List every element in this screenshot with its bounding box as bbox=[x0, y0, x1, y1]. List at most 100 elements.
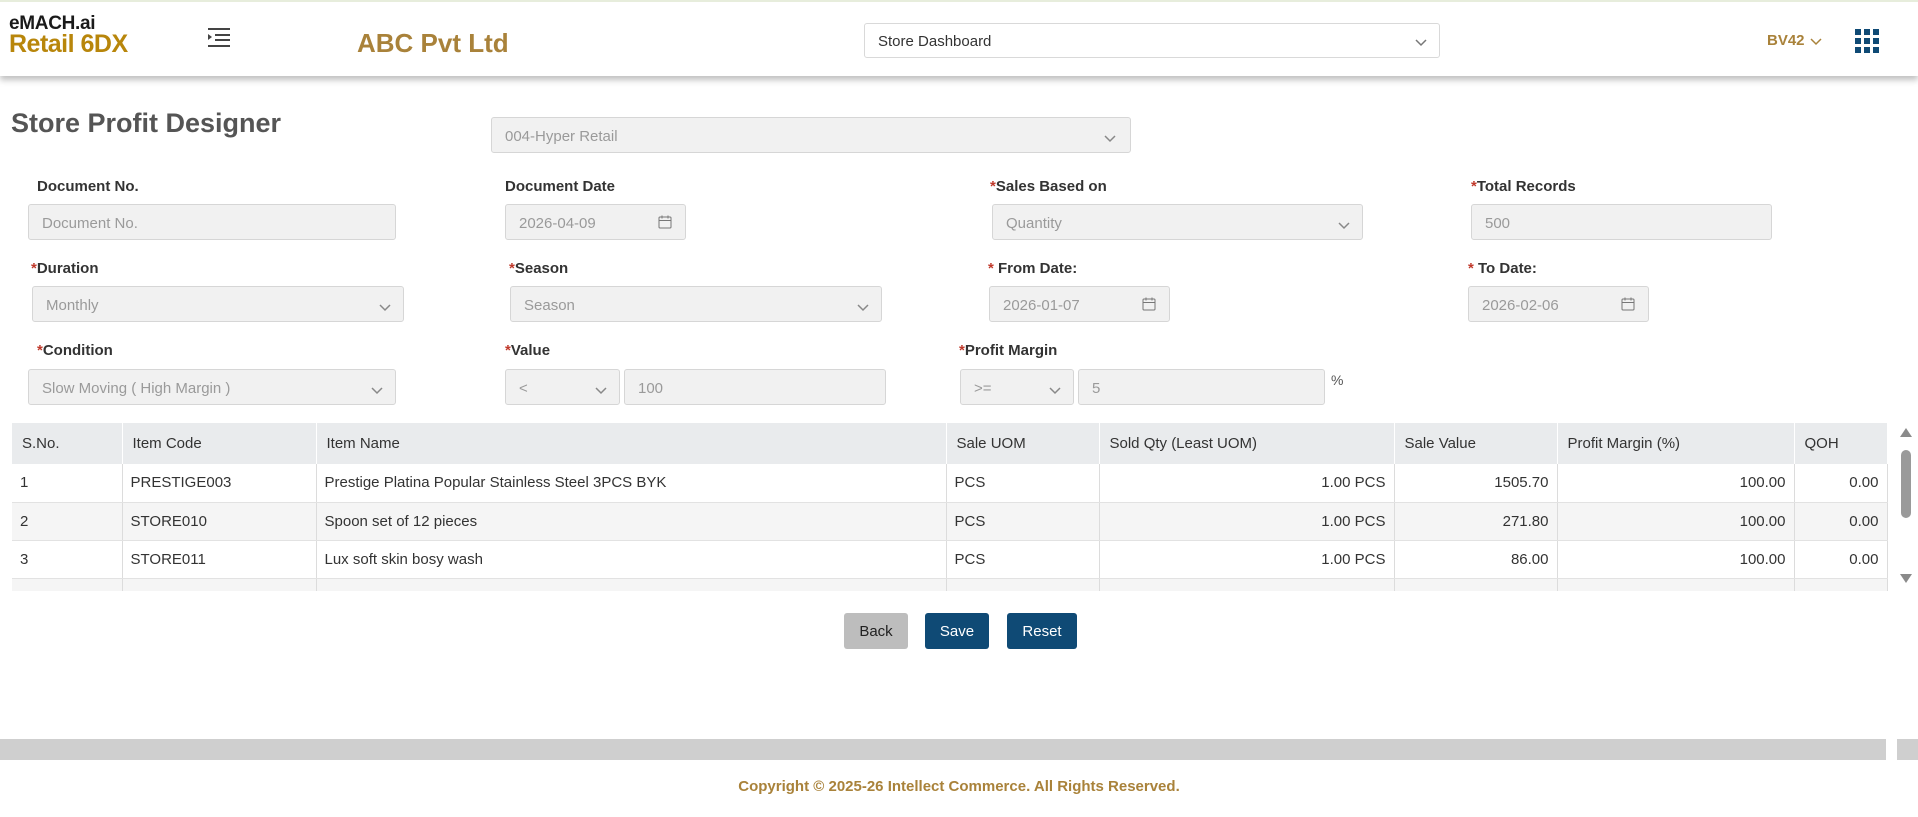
chevron-down-icon bbox=[1415, 34, 1427, 51]
value-input-value: 100 bbox=[638, 380, 664, 397]
cell-sno: 2 bbox=[12, 502, 123, 541]
cell-sno bbox=[12, 578, 123, 591]
total-records-input[interactable]: 500 bbox=[1471, 204, 1772, 240]
profit-operator-value: >= bbox=[974, 380, 992, 397]
column-header[interactable]: S.No. bbox=[12, 423, 123, 464]
condition-value: Slow Moving ( High Margin ) bbox=[42, 380, 231, 397]
chevron-down-icon bbox=[857, 299, 869, 316]
cell-sold-qty bbox=[1099, 578, 1395, 591]
duration-label: *Duration bbox=[31, 260, 99, 277]
reset-button[interactable]: Reset bbox=[1007, 613, 1077, 649]
company-name: ABC Pvt Ltd bbox=[357, 28, 509, 58]
value-operator-value: < bbox=[519, 380, 528, 397]
profit-margin-label: *Profit Margin bbox=[959, 342, 1058, 359]
to-date-input[interactable]: 2026-02-06 bbox=[1468, 286, 1649, 322]
chevron-down-icon bbox=[595, 382, 607, 399]
chevron-down-icon bbox=[371, 382, 383, 399]
column-header[interactable]: Sale UOM bbox=[946, 423, 1100, 464]
cell-sale-uom: PCS bbox=[946, 464, 1100, 503]
cell-sold-qty: 1.00 PCS bbox=[1099, 464, 1395, 503]
page-title: Store Profit Designer bbox=[11, 108, 282, 138]
chevron-down-icon bbox=[1338, 217, 1350, 234]
table-row[interactable] bbox=[12, 578, 1888, 591]
table-row[interactable]: 3 STORE011 Lux soft skin bosy wash PCS 1… bbox=[12, 540, 1888, 579]
scroll-up-icon[interactable] bbox=[1900, 428, 1912, 437]
percent-sign: % bbox=[1331, 372, 1344, 388]
items-table: S.No. Item Code Item Name Sale UOM Sold … bbox=[12, 423, 1892, 591]
scrollbar-thumb[interactable] bbox=[1901, 450, 1911, 518]
column-header[interactable]: Sold Qty (Least UOM) bbox=[1099, 423, 1395, 464]
to-date-value: 2026-02-06 bbox=[1482, 297, 1559, 314]
cell-profit-margin: 100.00 bbox=[1557, 540, 1795, 579]
cell-qoh: 0.00 bbox=[1794, 502, 1888, 541]
document-date-input[interactable]: 2026-04-09 bbox=[505, 204, 686, 240]
user-menu[interactable]: BV42 bbox=[1767, 32, 1805, 49]
store-select-value: 004-Hyper Retail bbox=[505, 128, 618, 145]
cell-profit-margin: 100.00 bbox=[1557, 502, 1795, 541]
cell-sale-value: 271.80 bbox=[1394, 502, 1558, 541]
value-input[interactable]: 100 bbox=[624, 369, 886, 405]
from-date-label: * From Date: bbox=[988, 260, 1078, 277]
season-value: Season bbox=[524, 297, 575, 314]
cell-sale-uom bbox=[946, 578, 1100, 591]
cell-sno: 1 bbox=[12, 464, 123, 503]
scroll-down-icon[interactable] bbox=[1900, 574, 1912, 583]
scrollbar-corner bbox=[1897, 739, 1918, 760]
cell-item-name bbox=[316, 578, 947, 591]
cell-sold-qty: 1.00 PCS bbox=[1099, 540, 1395, 579]
column-header[interactable]: Item Name bbox=[316, 423, 947, 464]
cell-sale-value bbox=[1394, 578, 1558, 591]
calendar-icon[interactable] bbox=[1142, 297, 1156, 315]
sales-based-on-select[interactable]: Quantity bbox=[992, 204, 1363, 240]
profit-operator-select[interactable]: >= bbox=[960, 369, 1074, 405]
sales-based-on-label: *Sales Based on bbox=[990, 178, 1107, 195]
season-label: *Season bbox=[509, 260, 569, 277]
apps-grid-icon[interactable] bbox=[1855, 29, 1879, 53]
total-records-value: 500 bbox=[1485, 215, 1511, 232]
document-no-placeholder: Document No. bbox=[42, 215, 138, 232]
dashboard-select[interactable]: Store Dashboard bbox=[864, 23, 1440, 58]
to-date-label: * To Date: bbox=[1468, 260, 1537, 277]
horizontal-scrollbar[interactable] bbox=[0, 739, 1886, 760]
menu-toggle-icon[interactable] bbox=[207, 26, 231, 48]
from-date-input[interactable]: 2026-01-07 bbox=[989, 286, 1170, 322]
logo-bottom-text: Retail 6DX bbox=[9, 30, 128, 58]
cell-profit-margin: 100.00 bbox=[1557, 464, 1795, 503]
dashboard-select-value: Store Dashboard bbox=[878, 33, 992, 50]
cell-qoh: 0.00 bbox=[1794, 540, 1888, 579]
profit-margin-input[interactable]: 5 bbox=[1078, 369, 1325, 405]
value-operator-select[interactable]: < bbox=[505, 369, 620, 405]
calendar-icon[interactable] bbox=[1621, 297, 1635, 315]
cell-item-code: PRESTIGE003 bbox=[122, 464, 317, 503]
season-select[interactable]: Season bbox=[510, 286, 882, 322]
cell-qoh: 0.00 bbox=[1794, 464, 1888, 503]
table-row[interactable]: 2 STORE010 Spoon set of 12 pieces PCS 1.… bbox=[12, 502, 1888, 541]
table-header-row: S.No. Item Code Item Name Sale UOM Sold … bbox=[12, 423, 1888, 464]
duration-value: Monthly bbox=[46, 297, 99, 314]
from-date-value: 2026-01-07 bbox=[1003, 297, 1080, 314]
app-logo[interactable]: eMACH.ai Retail 6DX bbox=[9, 14, 128, 57]
cell-item-name: Prestige Platina Popular Stainless Steel… bbox=[316, 464, 947, 503]
column-header[interactable]: QOH bbox=[1794, 423, 1888, 464]
table-row[interactable]: 1 PRESTIGE003 Prestige Platina Popular S… bbox=[12, 464, 1888, 503]
sales-based-on-value: Quantity bbox=[1006, 215, 1062, 232]
chevron-down-icon bbox=[1104, 130, 1116, 147]
column-header[interactable]: Sale Value bbox=[1394, 423, 1558, 464]
calendar-icon[interactable] bbox=[658, 215, 672, 233]
column-header[interactable]: Profit Margin (%) bbox=[1557, 423, 1795, 464]
column-header[interactable]: Item Code bbox=[122, 423, 317, 464]
save-button[interactable]: Save bbox=[925, 613, 989, 649]
document-date-label: Document Date bbox=[505, 178, 616, 195]
table-vertical-scrollbar[interactable] bbox=[1898, 426, 1914, 588]
cell-item-code bbox=[122, 578, 317, 591]
cell-qoh bbox=[1794, 578, 1888, 591]
chevron-down-icon[interactable] bbox=[1810, 33, 1822, 51]
cell-item-name: Spoon set of 12 pieces bbox=[316, 502, 947, 541]
cell-sold-qty: 1.00 PCS bbox=[1099, 502, 1395, 541]
document-no-label: Document No. bbox=[37, 178, 139, 195]
back-button[interactable]: Back bbox=[844, 613, 908, 649]
document-no-input[interactable]: Document No. bbox=[28, 204, 396, 240]
condition-select[interactable]: Slow Moving ( High Margin ) bbox=[28, 369, 396, 405]
duration-select[interactable]: Monthly bbox=[32, 286, 404, 322]
store-select[interactable]: 004-Hyper Retail bbox=[491, 117, 1131, 153]
